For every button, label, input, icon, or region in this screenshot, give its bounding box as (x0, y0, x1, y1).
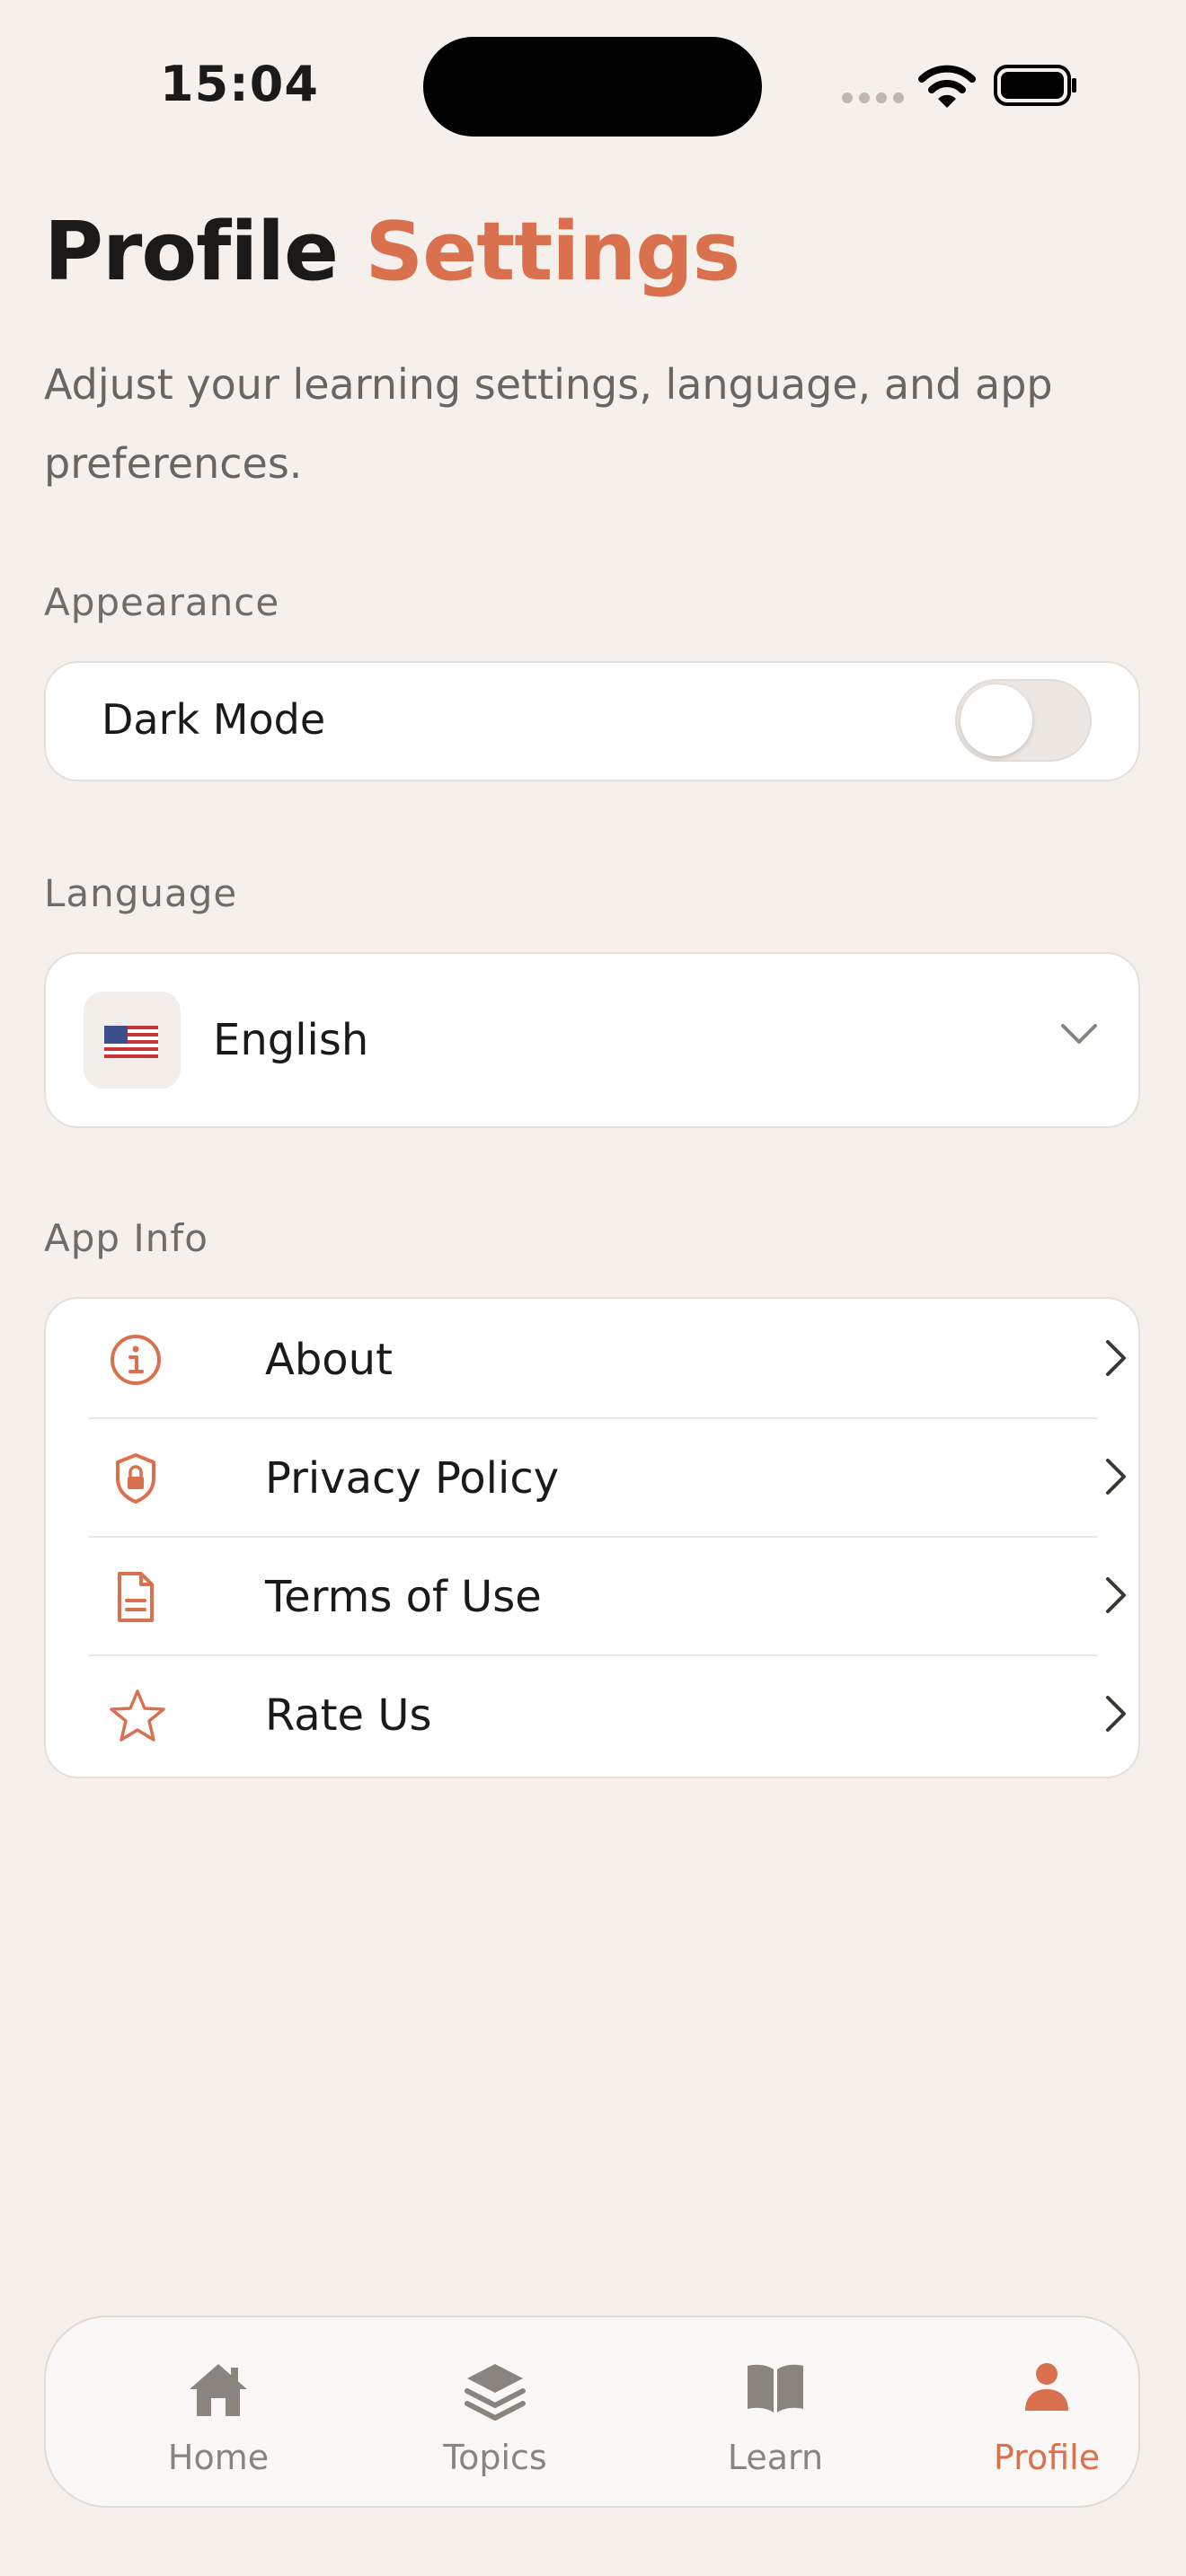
tab-bar: Home Topics Learn Profile (44, 2316, 1140, 2508)
tab-home[interactable]: Home (119, 2317, 317, 2506)
chevron-right-icon (1106, 1577, 1126, 1613)
rate-us-row[interactable]: Rate Us (89, 1654, 1126, 1773)
battery-icon (994, 65, 1076, 106)
divider (89, 1417, 1097, 1419)
dynamic-island (423, 37, 762, 137)
us-flag-icon (104, 1026, 158, 1058)
divider (89, 1654, 1097, 1656)
page-subtitle: Adjust your learning settings, language,… (44, 360, 1053, 488)
chevron-down-icon (1061, 1024, 1097, 1044)
chevron-right-icon (1106, 1696, 1126, 1732)
page-title: Profile Settings (44, 205, 740, 299)
appearance-section-label: Appearance (44, 580, 280, 624)
toggle-knob (960, 684, 1032, 756)
chevron-right-icon (1106, 1459, 1126, 1495)
divider (89, 1536, 1097, 1538)
language-section-label: Language (44, 871, 238, 915)
wifi-icon (918, 65, 976, 108)
star-icon (110, 1689, 165, 1742)
privacy-policy-row[interactable]: Privacy Policy (89, 1417, 1126, 1536)
app-info-card: About Privacy Policy Terms of Use Rate U… (44, 1297, 1140, 1778)
privacy-policy-label: Privacy Policy (265, 1453, 560, 1504)
tab-topics-label: Topics (443, 2438, 547, 2477)
info-icon (111, 1335, 161, 1385)
status-time: 15:04 (160, 56, 319, 112)
tab-topics[interactable]: Topics (396, 2317, 594, 2506)
shield-lock-icon (116, 1453, 155, 1504)
tab-learn[interactable]: Learn (677, 2317, 874, 2506)
flag-container (84, 992, 181, 1089)
about-label: About (265, 1335, 393, 1385)
appearance-card: Dark Mode (44, 661, 1140, 781)
person-icon (1025, 2363, 1068, 2411)
status-bar: 15:04 (0, 0, 1186, 171)
language-selector[interactable]: English (44, 952, 1140, 1128)
rate-us-label: Rate Us (265, 1690, 432, 1741)
tab-profile[interactable]: Profile (948, 2317, 1146, 2506)
dark-mode-label: Dark Mode (102, 695, 326, 744)
document-icon (118, 1572, 154, 1622)
cellular-signal-icon (842, 93, 904, 103)
app-info-section-label: App Info (44, 1216, 208, 1260)
chevron-right-icon (1106, 1340, 1126, 1376)
layers-icon (465, 2364, 526, 2421)
tab-learn-label: Learn (727, 2438, 824, 2477)
page-title-main: Profile (44, 205, 339, 299)
about-row[interactable]: About (89, 1299, 1126, 1417)
home-icon (190, 2364, 247, 2416)
selected-language: English (213, 1015, 369, 1065)
page-title-accent: Settings (365, 205, 740, 299)
terms-of-use-label: Terms of Use (265, 1572, 542, 1622)
tab-profile-label: Profile (993, 2438, 1101, 2477)
dark-mode-toggle[interactable] (955, 679, 1092, 762)
tab-home-label: Home (167, 2438, 270, 2477)
terms-of-use-row[interactable]: Terms of Use (89, 1536, 1126, 1654)
book-icon (748, 2364, 803, 2413)
